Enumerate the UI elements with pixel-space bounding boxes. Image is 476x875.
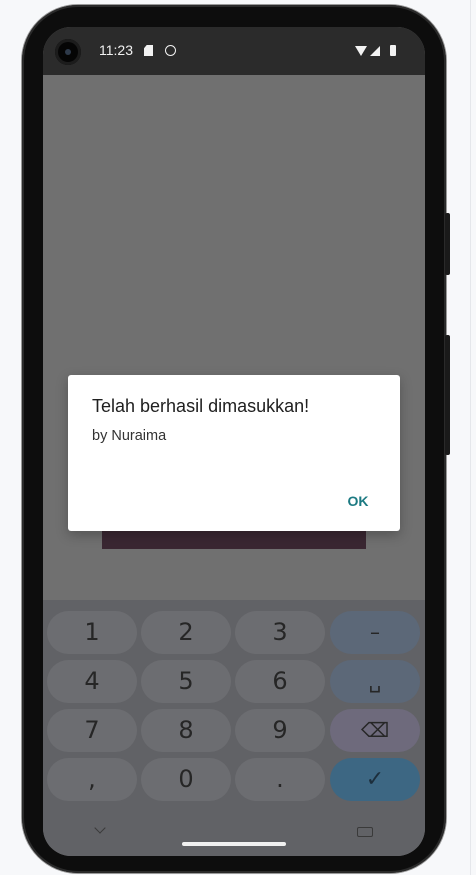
front-camera — [55, 39, 81, 65]
keyboard-icon[interactable] — [357, 827, 373, 837]
battery-icon — [390, 45, 396, 56]
face-icon — [165, 45, 176, 56]
dialog-title: Telah berhasil dimasukkan! — [92, 396, 310, 416]
page-background: 11:23 1 2 3 – 4 5 6 ␣ 7 8 9 ⌫ , 0 . ✓ Te… — [0, 0, 476, 875]
key-7[interactable]: 7 — [47, 709, 137, 752]
alert-dialog: Telah berhasil dimasukkan! by Nuraima OK — [68, 375, 400, 531]
key-period[interactable]: . — [235, 758, 325, 801]
numeric-keyboard: 1 2 3 – 4 5 6 ␣ 7 8 9 ⌫ , 0 . ✓ — [43, 600, 425, 856]
key-enter-check[interactable]: ✓ — [330, 758, 420, 801]
wifi-icon — [355, 46, 367, 56]
volume-button — [445, 213, 450, 275]
status-bar: 11:23 — [43, 27, 425, 75]
key-minus[interactable]: – — [330, 611, 420, 654]
key-space[interactable]: ␣ — [330, 660, 420, 703]
ok-button[interactable]: OK — [338, 485, 378, 517]
key-comma[interactable]: , — [47, 758, 137, 801]
dialog-message: by Nuraima — [92, 428, 167, 444]
key-6[interactable]: 6 — [235, 660, 325, 703]
key-9[interactable]: 9 — [235, 709, 325, 752]
gesture-navigation-bar[interactable] — [182, 842, 286, 846]
sd-card-icon — [144, 45, 153, 56]
key-8[interactable]: 8 — [141, 709, 231, 752]
page-divider — [470, 0, 471, 875]
key-backspace[interactable]: ⌫ — [330, 709, 420, 752]
signal-icon — [370, 46, 380, 56]
status-time: 11:23 — [99, 42, 133, 58]
power-button — [445, 335, 450, 455]
key-0[interactable]: 0 — [141, 758, 231, 801]
key-1[interactable]: 1 — [47, 611, 137, 654]
key-5[interactable]: 5 — [141, 660, 231, 703]
key-4[interactable]: 4 — [47, 660, 137, 703]
key-3[interactable]: 3 — [235, 611, 325, 654]
key-2[interactable]: 2 — [141, 611, 231, 654]
phone-screen: 11:23 1 2 3 – 4 5 6 ␣ 7 8 9 ⌫ , 0 . ✓ Te… — [43, 27, 425, 856]
